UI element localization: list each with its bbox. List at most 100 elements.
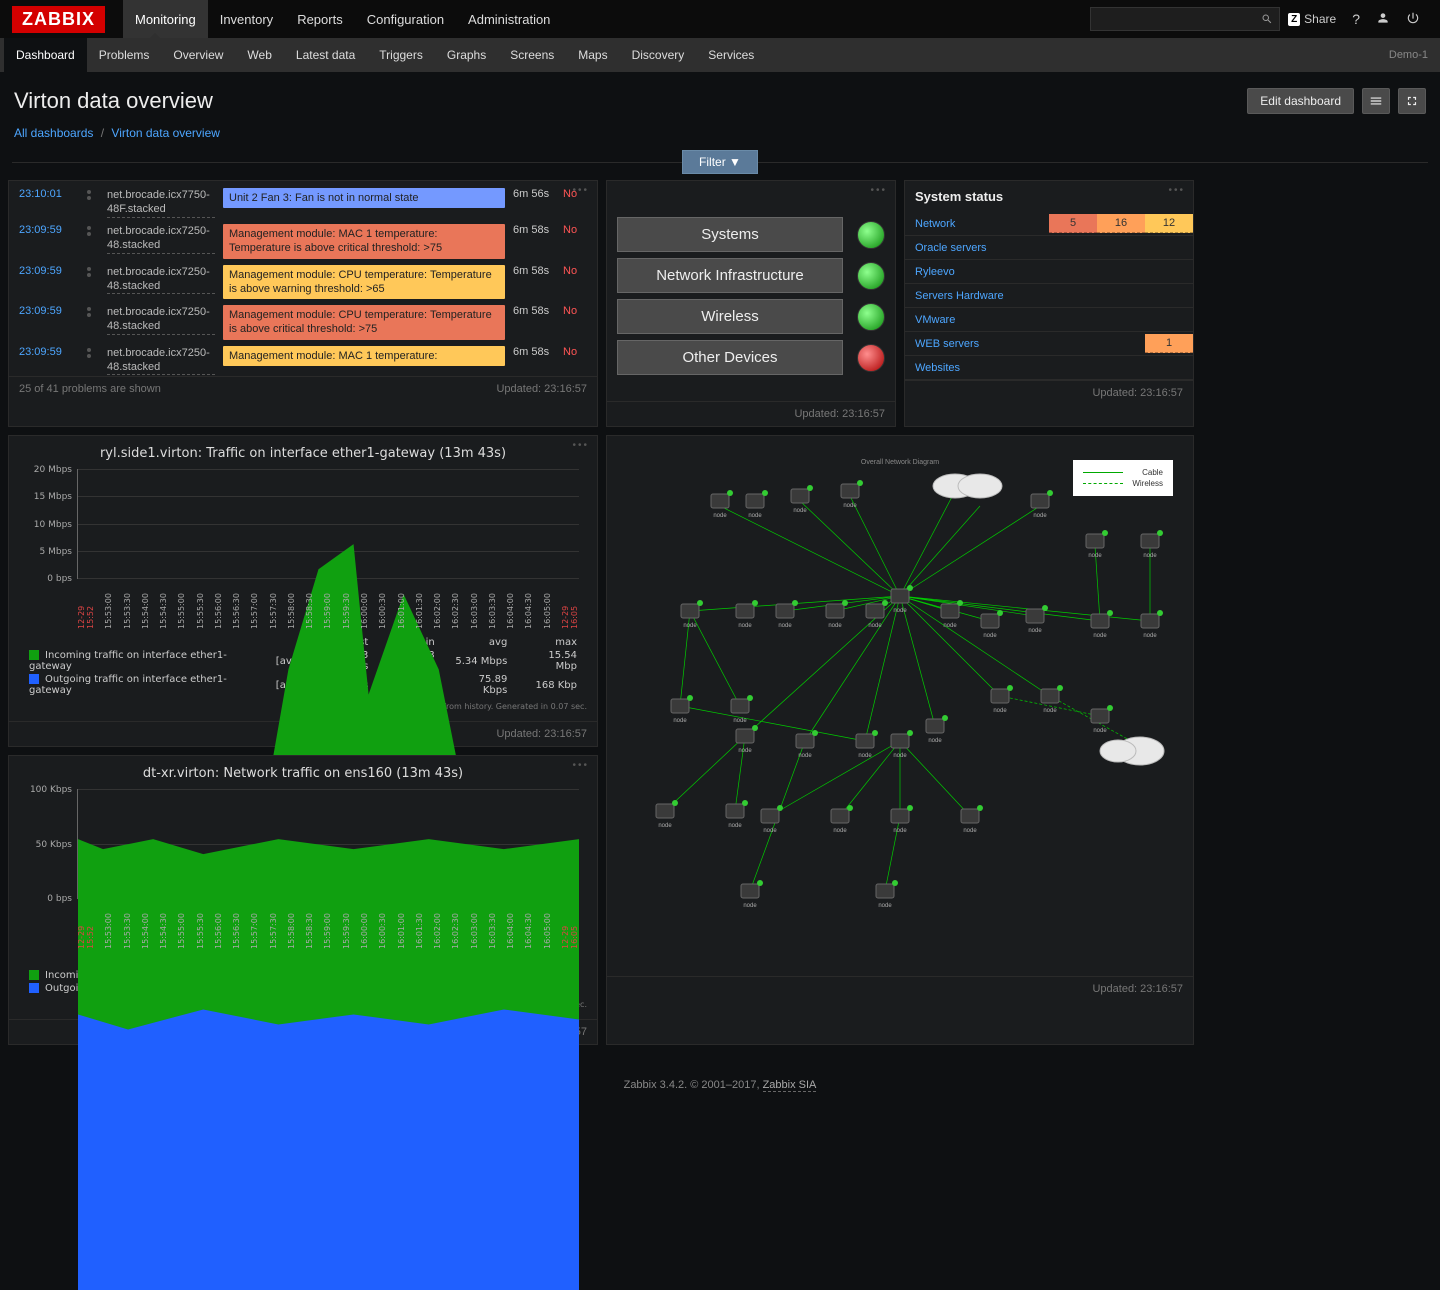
svg-text:node: node — [673, 718, 687, 724]
breadcrumb-root[interactable]: All dashboards — [14, 126, 93, 140]
widget-menu-icon[interactable]: ••• — [572, 185, 589, 196]
svg-text:node: node — [728, 823, 742, 829]
help-icon[interactable]: ? — [1352, 11, 1360, 27]
edit-dashboard-button[interactable]: Edit dashboard — [1247, 88, 1354, 114]
breadcrumb-current[interactable]: Virton data overview — [111, 126, 220, 140]
svg-text:node: node — [893, 828, 907, 834]
svg-text:node: node — [763, 828, 777, 834]
search-icon — [1261, 13, 1273, 25]
context-label: Demo-1 — [1389, 49, 1428, 61]
problem-row[interactable]: 23:09:59 net.brocade.icx7250-48.stacked … — [9, 343, 597, 376]
topnav-reports[interactable]: Reports — [285, 0, 355, 38]
menu-button[interactable] — [1362, 88, 1390, 114]
problem-row[interactable]: 23:10:01 net.brocade.icx7750-48F.stacked… — [9, 185, 597, 221]
widget-menu-icon[interactable]: ••• — [870, 185, 887, 196]
svg-text:node: node — [1033, 513, 1047, 519]
subnav-discovery[interactable]: Discovery — [620, 38, 697, 72]
traffic-graph-1: ••• ryl.side1.virton: Traffic on interfa… — [8, 435, 598, 747]
svg-text:node: node — [793, 508, 807, 514]
widget-menu-icon[interactable]: ••• — [572, 440, 589, 451]
svg-text:node: node — [843, 503, 857, 509]
search-input[interactable] — [1090, 7, 1280, 31]
svg-text:node: node — [748, 513, 762, 519]
subnav-maps[interactable]: Maps — [566, 38, 619, 72]
subnav-dashboard[interactable]: Dashboard — [4, 38, 87, 72]
subnav-latest-data[interactable]: Latest data — [284, 38, 367, 72]
top-nav: ZABBIX MonitoringInventoryReportsConfigu… — [0, 0, 1440, 38]
sysstatus-row: Websites — [905, 356, 1193, 380]
filter-bar: Filter ▼ — [0, 150, 1440, 174]
svg-text:node: node — [858, 753, 872, 759]
topnav-configuration[interactable]: Configuration — [355, 0, 456, 38]
status-tile[interactable]: Systems — [617, 217, 885, 252]
svg-text:node: node — [658, 823, 672, 829]
widget-menu-icon[interactable]: ••• — [572, 760, 589, 771]
svg-text:node: node — [983, 633, 997, 639]
svg-text:Overall Network Diagram: Overall Network Diagram — [861, 459, 939, 466]
svg-text:node: node — [828, 623, 842, 629]
problem-row[interactable]: 23:09:59 net.brocade.icx7250-48.stacked … — [9, 262, 597, 303]
sysstatus-row: Network51612 — [905, 212, 1193, 236]
power-icon[interactable] — [1406, 11, 1420, 28]
svg-text:node: node — [733, 718, 747, 724]
status-tile[interactable]: Wireless — [617, 299, 885, 334]
svg-text:node: node — [993, 708, 1007, 714]
svg-text:node: node — [683, 623, 697, 629]
problem-row[interactable]: 23:09:59 net.brocade.icx7250-48.stacked … — [9, 302, 597, 343]
logo[interactable]: ZABBIX — [12, 6, 105, 33]
page-header: Virton data overview Edit dashboard — [0, 72, 1440, 124]
svg-text:node: node — [738, 623, 752, 629]
sysstatus-row: Ryleevo — [905, 260, 1193, 284]
problem-row[interactable]: 23:09:59 net.brocade.icx7250-48.stacked … — [9, 221, 597, 262]
subnav-problems[interactable]: Problems — [87, 38, 162, 72]
status-led-icon — [857, 344, 885, 372]
share-button[interactable]: ZShare — [1288, 12, 1336, 26]
sub-nav: DashboardProblemsOverviewWebLatest dataT… — [0, 38, 1440, 72]
svg-text:node: node — [1093, 633, 1107, 639]
sysstatus-row: WEB servers1 — [905, 332, 1193, 356]
system-status-widget: ••• System status Network51612Oracle ser… — [904, 180, 1194, 427]
subnav-screens[interactable]: Screens — [498, 38, 566, 72]
footer-link[interactable]: Zabbix SIA — [763, 1079, 817, 1092]
subnav-overview[interactable]: Overview — [161, 38, 235, 72]
subnav-triggers[interactable]: Triggers — [367, 38, 435, 72]
chart-canvas[interactable]: 20 Mbps15 Mbps10 Mbps5 Mbps0 bps — [77, 469, 579, 579]
svg-text:node: node — [743, 903, 757, 909]
problems-widget: ••• 23:10:01 net.brocade.icx7750-48F.sta… — [8, 180, 598, 427]
svg-text:node: node — [963, 828, 977, 834]
svg-text:node: node — [868, 623, 882, 629]
svg-text:node: node — [1093, 728, 1107, 734]
svg-text:node: node — [893, 753, 907, 759]
svg-text:node: node — [878, 903, 892, 909]
network-map[interactable]: Cable Wireless Overall Network Diagram — [607, 436, 1193, 976]
svg-text:node: node — [798, 753, 812, 759]
topnav-monitoring[interactable]: Monitoring — [123, 0, 208, 38]
status-tiles-widget: ••• Systems Network Infrastructure Wireles… — [606, 180, 896, 427]
svg-text:node: node — [943, 623, 957, 629]
svg-text:node: node — [893, 608, 907, 614]
topnav-administration[interactable]: Administration — [456, 0, 562, 38]
fullscreen-button[interactable] — [1398, 88, 1426, 114]
sysstatus-row: Oracle servers — [905, 236, 1193, 260]
status-tile[interactable]: Network Infrastructure — [617, 258, 885, 293]
svg-text:node: node — [738, 748, 752, 754]
sysstatus-row: Servers Hardware — [905, 284, 1193, 308]
status-led-icon — [857, 221, 885, 249]
user-icon[interactable] — [1376, 11, 1390, 28]
chart-canvas[interactable]: 100 Kbps50 Kbps0 bps — [77, 789, 579, 899]
svg-text:node: node — [713, 513, 727, 519]
svg-text:node: node — [928, 738, 942, 744]
svg-text:node: node — [1143, 633, 1157, 639]
status-tile[interactable]: Other Devices — [617, 340, 885, 375]
subnav-web[interactable]: Web — [235, 38, 283, 72]
breadcrumb: All dashboards / Virton data overview — [0, 124, 1440, 150]
svg-text:node: node — [1143, 553, 1157, 559]
subnav-graphs[interactable]: Graphs — [435, 38, 498, 72]
subnav-services[interactable]: Services — [696, 38, 766, 72]
status-led-icon — [857, 303, 885, 331]
map-legend: Cable Wireless — [1073, 460, 1173, 496]
widget-menu-icon[interactable]: ••• — [1168, 185, 1185, 196]
svg-text:node: node — [1028, 628, 1042, 634]
filter-button[interactable]: Filter ▼ — [682, 150, 758, 174]
topnav-inventory[interactable]: Inventory — [208, 0, 285, 38]
